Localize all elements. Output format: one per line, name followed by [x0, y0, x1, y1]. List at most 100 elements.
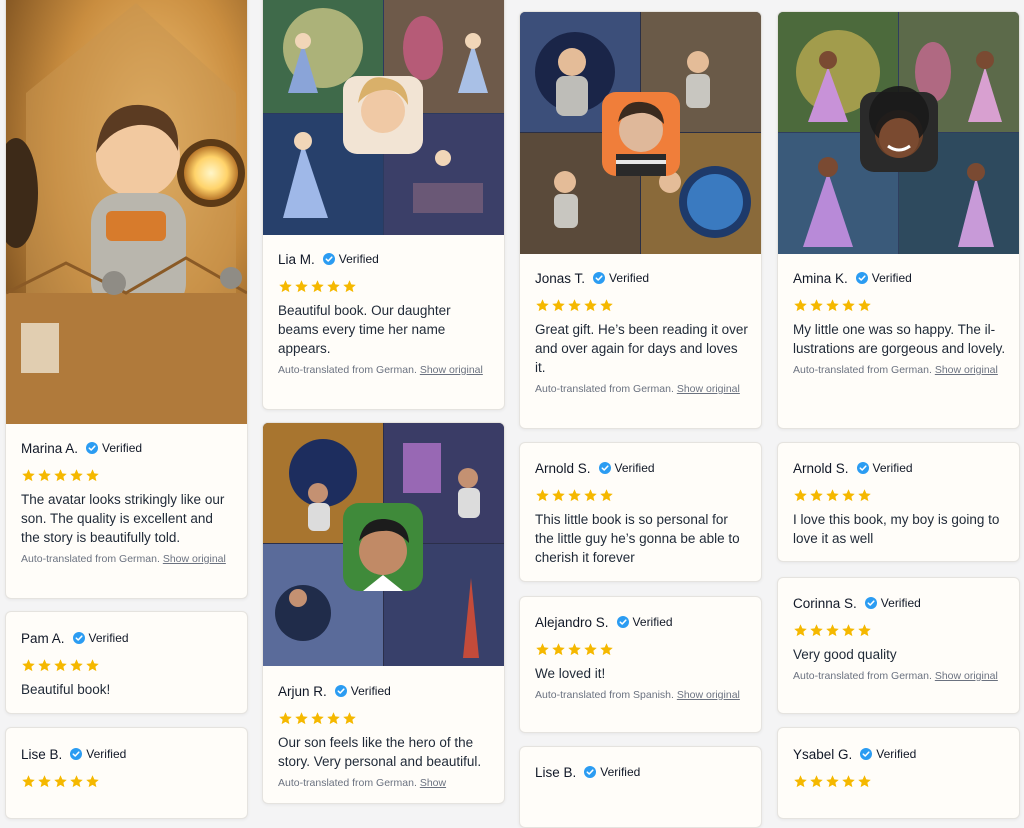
verified-check-icon [593, 272, 606, 284]
verified-check-icon [598, 462, 611, 474]
verified-label: Verified [350, 684, 391, 698]
show-original-link[interactable]: Show original [163, 553, 226, 565]
star-icon [794, 489, 807, 502]
star-icon [54, 659, 67, 672]
star-rating [278, 279, 492, 295]
review-text: Great gift. He’s been reading it over an… [535, 322, 748, 375]
review-photo[interactable] [778, 12, 1019, 254]
show-original-link[interactable]: Show original [935, 364, 998, 376]
star-icon [54, 775, 67, 788]
star-rating [21, 468, 235, 484]
reviewer-name: Alejandro S. [535, 614, 609, 630]
translation-note: Auto-translated from Spanish. Show origi… [535, 687, 749, 703]
review-photo[interactable] [263, 0, 504, 235]
translation-label: Auto-translated from Spanish. [535, 689, 674, 701]
review-card-pam: Pam A. Verified Beautiful book! [5, 611, 248, 714]
verified-badge: Verified [584, 765, 640, 779]
star-icon [311, 280, 324, 293]
star-icon [810, 299, 823, 312]
star-icon [536, 643, 549, 656]
reviewer-name: Arnold S. [793, 460, 849, 476]
show-original-link[interactable]: Show original [677, 383, 740, 395]
verified-check-icon [86, 442, 99, 454]
star-icon [842, 775, 855, 788]
star-icon [22, 775, 35, 788]
star-icon [858, 299, 871, 312]
review-photo[interactable] [520, 12, 761, 254]
review-card-amina: Amina K. Verified My little one was so h… [777, 11, 1020, 429]
reviewer-name: Jonas T. [535, 270, 586, 286]
reviewer-name: Pam A. [21, 630, 65, 646]
verified-check-icon [322, 253, 335, 265]
star-icon [279, 712, 292, 725]
show-original-link[interactable]: Show [420, 777, 446, 789]
star-icon [810, 489, 823, 502]
star-icon [38, 469, 51, 482]
reviewer-name: Ysabel G. [793, 746, 853, 762]
translation-note: Auto-translated from German. Show origin… [793, 362, 1007, 378]
verified-check-icon [72, 632, 85, 644]
star-icon [22, 469, 35, 482]
verified-check-icon [70, 748, 83, 760]
star-icon [70, 775, 83, 788]
verified-label: Verified [614, 461, 655, 475]
verified-check-icon [855, 272, 868, 284]
verified-check-icon [860, 748, 873, 760]
reviewer-name: Arnold S. [535, 460, 591, 476]
star-icon [810, 775, 823, 788]
verified-label: Verified [880, 596, 921, 610]
star-icon [842, 299, 855, 312]
verified-label: Verified [102, 441, 143, 455]
review-photo[interactable] [6, 0, 247, 424]
star-icon [327, 280, 340, 293]
verified-label: Verified [609, 271, 650, 285]
star-icon [22, 659, 35, 672]
star-icon [552, 299, 565, 312]
translation-note: Auto-translated from German. Show origin… [793, 668, 1007, 684]
star-icon [794, 775, 807, 788]
translation-note: Auto-translated from German. Show origin… [21, 551, 235, 567]
show-original-link[interactable]: Show original [935, 670, 998, 682]
verified-check-icon [584, 766, 597, 778]
star-icon [536, 489, 549, 502]
star-rating [535, 488, 749, 504]
verified-badge: Verified [86, 441, 142, 455]
star-icon [584, 643, 597, 656]
review-card-marina: Marina A. Verified The avatar looks stri… [5, 0, 248, 599]
review-text: Our son feels like the hero of the story… [278, 735, 482, 769]
translation-label: Auto-translated from German. [793, 670, 932, 682]
verified-badge: Verified [322, 252, 379, 266]
star-rating [793, 298, 1007, 314]
review-text: Beautiful book. Our daughter beams every… [278, 303, 451, 356]
review-text: The avatar looks strikingly like our son… [21, 492, 225, 545]
star-rating [278, 711, 492, 727]
reviewer-name: Lise B. [21, 746, 63, 762]
verified-badge: Verified [72, 631, 129, 645]
star-rating [21, 774, 235, 790]
show-original-link[interactable]: Show original [677, 689, 740, 701]
verified-check-icon [856, 462, 869, 474]
star-icon [70, 659, 83, 672]
star-icon [584, 299, 597, 312]
review-text: Very good quality [793, 647, 897, 662]
star-rating [21, 658, 235, 674]
review-text: This little book is so personal for the … [535, 512, 740, 565]
star-icon [858, 489, 871, 502]
star-icon [343, 712, 356, 725]
review-text: I love this book, my boy is going to lov… [793, 512, 1000, 546]
star-icon [568, 643, 581, 656]
verified-badge: Verified [598, 461, 655, 475]
star-icon [54, 469, 67, 482]
review-text: Beautiful book! [21, 682, 111, 697]
star-icon [38, 775, 51, 788]
star-icon [858, 775, 871, 788]
verified-label: Verified [86, 747, 127, 761]
translation-label: Auto-translated from German. [278, 364, 417, 376]
verified-label: Verified [338, 252, 379, 266]
show-original-link[interactable]: Show original [420, 364, 483, 376]
review-card-lise-2: Lise B. Verified [519, 746, 762, 828]
verified-badge: Verified [593, 271, 649, 285]
star-icon [584, 489, 597, 502]
review-card-arjun: Arjun R. Verified Our son feels like the… [262, 422, 505, 804]
review-photo[interactable] [263, 423, 504, 666]
